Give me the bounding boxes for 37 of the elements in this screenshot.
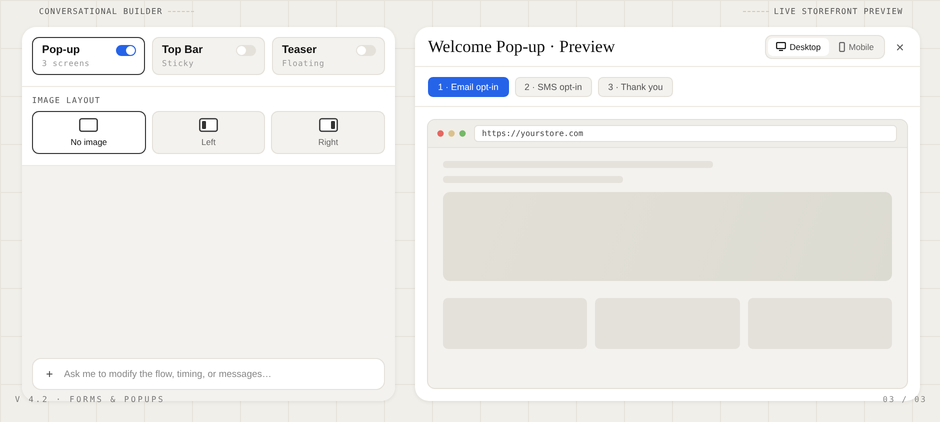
toggle-switch[interactable]: [356, 45, 376, 56]
step-tab[interactable]: 3 · Thank you: [598, 77, 673, 97]
preview-title: Welcome Pop-up · Preview: [428, 36, 616, 56]
section-title: IMAGE LAYOUT: [32, 96, 102, 105]
section-label: CONVERSATIONAL BUILDER: [39, 7, 163, 16]
empty-frame-icon: [79, 118, 98, 132]
format-card[interactable]: Teaser Floating: [272, 37, 385, 75]
format-subtitle: Sticky: [162, 59, 195, 68]
step-tab[interactable]: 1 · Email opt-in: [428, 77, 509, 97]
page-counter: 03 / 03: [882, 395, 927, 404]
left-image-frame-icon: [199, 118, 218, 132]
layout-option[interactable]: Left: [152, 111, 266, 154]
format-card[interactable]: Pop-up 3 screens: [32, 37, 145, 75]
phone-icon: [838, 42, 845, 52]
format-name: Pop-up: [42, 44, 80, 56]
add-button[interactable]: +: [43, 367, 56, 381]
layout-option[interactable]: No image: [32, 111, 146, 154]
section-label: LIVE STOREFRONT PREVIEW: [774, 7, 903, 16]
step-tab[interactable]: 2 · SMS opt-in: [514, 77, 592, 97]
device-tab[interactable]: Desktop: [768, 38, 829, 56]
format-name: Teaser: [282, 44, 317, 56]
version-label: V 4.2 · FORMS & POPUPS: [15, 395, 165, 404]
toggle-switch[interactable]: [236, 45, 256, 56]
window-controls-icon: [437, 130, 466, 137]
format-name: Top Bar: [162, 44, 203, 56]
toggle-switch[interactable]: [116, 45, 136, 56]
chat-input-field[interactable]: + Ask me to modify the flow, timing, or messages…: [32, 358, 385, 390]
format-subtitle: 3 screens: [42, 59, 91, 68]
layout-option[interactable]: Right: [271, 111, 386, 154]
right-image-frame-icon: [318, 118, 338, 132]
device-tab[interactable]: Mobile: [830, 38, 882, 56]
format-subtitle: Floating: [282, 59, 326, 68]
chat-input-field[interactable]: Ask me to modify the flow, timing, or messages…: [62, 368, 376, 380]
format-card[interactable]: Top Bar Sticky: [152, 37, 265, 75]
monitor-icon: [776, 42, 786, 51]
close-button[interactable]: ×: [892, 38, 907, 54]
address-bar[interactable]: https://yourstore.com: [474, 125, 897, 142]
